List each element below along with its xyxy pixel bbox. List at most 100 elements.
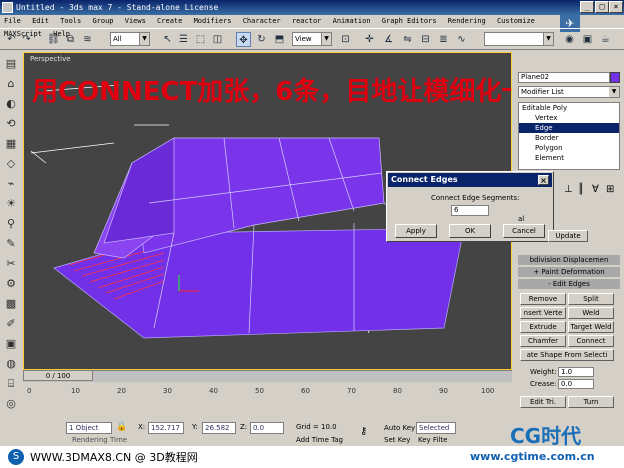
align-icon[interactable]: ⊟ [418, 32, 433, 47]
unlink-icon[interactable]: ⧉ [63, 32, 78, 47]
time-slider[interactable]: 0 / 100 [23, 370, 93, 381]
stack-item-edge[interactable]: Edge [519, 123, 619, 133]
motion-icon[interactable]: ⟲ [3, 116, 19, 132]
apply-button[interactable]: Apply [395, 224, 437, 238]
viewport-label[interactable]: Perspective [30, 55, 71, 63]
object-color-swatch[interactable] [610, 72, 620, 83]
gear-icon[interactable]: ⚙ [3, 276, 19, 292]
close-button[interactable]: × [609, 1, 623, 13]
insert-vertex-button[interactable]: nsert Verte [520, 307, 566, 319]
menu-rendering[interactable]: Rendering [448, 17, 486, 25]
auto-key-button[interactable]: Auto Key [384, 422, 416, 434]
edit-edges-rollout[interactable]: - Edit Edges [518, 279, 620, 289]
pin-stack-icon[interactable]: ⊥ [564, 184, 573, 195]
ok-button[interactable]: OK [449, 224, 491, 238]
shape-icon[interactable]: ⌁ [3, 176, 19, 192]
menu-group[interactable]: Group [92, 17, 113, 25]
cylinder-icon[interactable]: ⌸ [3, 376, 19, 392]
select-by-name-icon[interactable]: ☰ [176, 32, 191, 47]
menu-character[interactable]: Character [243, 17, 281, 25]
scale-icon[interactable]: ⬒ [272, 32, 287, 47]
stack-item-polygon[interactable]: Polygon [519, 143, 619, 153]
menu-file[interactable]: File [4, 17, 21, 25]
add-time-tag[interactable]: Add Time Tag [296, 436, 343, 444]
link-icon[interactable]: ⛓ [46, 32, 61, 47]
target-weld-button[interactable]: Target Weld [568, 321, 614, 333]
track-bar[interactable]: 0 10 20 30 40 50 60 70 80 90 100 [23, 383, 512, 400]
maximize-button[interactable]: □ [595, 1, 609, 13]
show-end-result-icon[interactable]: ║ [578, 184, 584, 195]
layers-icon[interactable]: ≣ [436, 32, 451, 47]
stack-item-element[interactable]: Element [519, 153, 619, 163]
menu-modifiers[interactable]: Modifiers [194, 17, 232, 25]
z-coordinate[interactable]: 0.0 [250, 422, 284, 434]
edit-triangulation-button[interactable]: Edit Tri. [520, 396, 566, 408]
minimize-button[interactable]: _ [580, 1, 594, 13]
menu-animation[interactable]: Animation [333, 17, 371, 25]
crease-spinner[interactable]: 0.0 [558, 379, 594, 389]
reference-coord-dropdown[interactable]: View ▼ [292, 32, 332, 46]
menu-tools[interactable]: Tools [60, 17, 81, 25]
stack-item-vertex[interactable]: Vertex [519, 113, 619, 123]
mirror-icon[interactable]: ⇋ [400, 32, 415, 47]
angle-snap-icon[interactable]: ∡ [381, 32, 396, 47]
named-selection-dropdown[interactable]: ▼ [484, 32, 554, 46]
rotate-icon[interactable]: ↻ [254, 32, 269, 47]
turn-button[interactable]: Turn [568, 396, 614, 408]
chamfer-button[interactable]: Chamfer [520, 335, 566, 347]
menu-edit[interactable]: Edit [32, 17, 49, 25]
key-filters-button[interactable]: Key Filte [418, 436, 447, 444]
display-icon[interactable]: ▦ [3, 136, 19, 152]
set-key-button[interactable]: Set Key [384, 436, 410, 444]
modifier-list-dropdown[interactable]: Modifier List ▼ [518, 86, 620, 98]
stack-item-editable-poly[interactable]: Editable Poly [519, 103, 619, 113]
menu-customize[interactable]: Customize [497, 17, 535, 25]
move-icon[interactable]: ✥ [236, 32, 251, 47]
menu-reactor[interactable]: reactor [292, 17, 322, 25]
paint-deformation-rollout[interactable]: + Paint Deformation [518, 267, 620, 277]
lock-icon[interactable]: 🔒 [116, 422, 127, 432]
window-crossing-icon[interactable]: ◫ [210, 32, 225, 47]
selection-filter-dropdown[interactable]: All ▼ [110, 32, 150, 46]
modify-icon[interactable]: ⌂ [3, 76, 19, 92]
time-slider-track[interactable] [23, 370, 512, 382]
split-button[interactable]: Split [568, 293, 614, 305]
menu-create[interactable]: Create [157, 17, 182, 25]
create-shape-button[interactable]: ate Shape From Selecti [520, 349, 614, 361]
curve-editor-icon[interactable]: ∿ [454, 32, 469, 47]
weight-spinner[interactable]: 1.0 [558, 367, 594, 377]
light-icon[interactable]: ☀ [3, 196, 19, 212]
snap-icon[interactable]: ✛ [362, 32, 377, 47]
menu-views[interactable]: Views [125, 17, 146, 25]
utilities-icon[interactable]: ◇ [3, 156, 19, 172]
remove-modifier-icon[interactable]: ⊞ [606, 184, 614, 195]
space-warp-icon[interactable]: ✂ [3, 256, 19, 272]
remove-button[interactable]: Remove [520, 293, 566, 305]
x-coordinate[interactable]: 152.717 [148, 422, 184, 434]
cube-icon[interactable]: ▣ [3, 336, 19, 352]
subdivision-displacement-rollout[interactable]: bdivision Displacemen [518, 255, 620, 265]
extrude-button[interactable]: Extrude [520, 321, 566, 333]
select-icon[interactable]: ↖ [160, 32, 175, 47]
sphere-icon[interactable]: ◍ [3, 356, 19, 372]
render-scene-icon[interactable]: ▣ [580, 32, 595, 47]
create-icon[interactable]: ▤ [3, 56, 19, 72]
region-icon[interactable]: ⬚ [193, 32, 208, 47]
redo-icon[interactable]: ↷ [19, 32, 34, 47]
pivot-icon[interactable]: ⊡ [338, 32, 353, 47]
camera-icon[interactable]: ⚲ [3, 216, 19, 232]
update-button[interactable]: Update [548, 230, 588, 242]
grid-icon[interactable]: ▩ [3, 296, 19, 312]
stack-item-border[interactable]: Border [519, 133, 619, 143]
weld-button[interactable]: Weld [568, 307, 614, 319]
object-name-field[interactable]: Plane02 [518, 72, 610, 83]
menu-graph-editors[interactable]: Graph Editors [382, 17, 437, 25]
make-unique-icon[interactable]: ∀ [592, 184, 599, 195]
paint-icon[interactable]: ✐ [3, 316, 19, 332]
helper-icon[interactable]: ✎ [3, 236, 19, 252]
connect-button[interactable]: Connect [568, 335, 614, 347]
quick-render-icon[interactable]: ☕ [598, 32, 613, 47]
torus-icon[interactable]: ◎ [3, 396, 19, 412]
material-editor-icon[interactable]: ◉ [562, 32, 577, 47]
hierarchy-icon[interactable]: ◐ [3, 96, 19, 112]
